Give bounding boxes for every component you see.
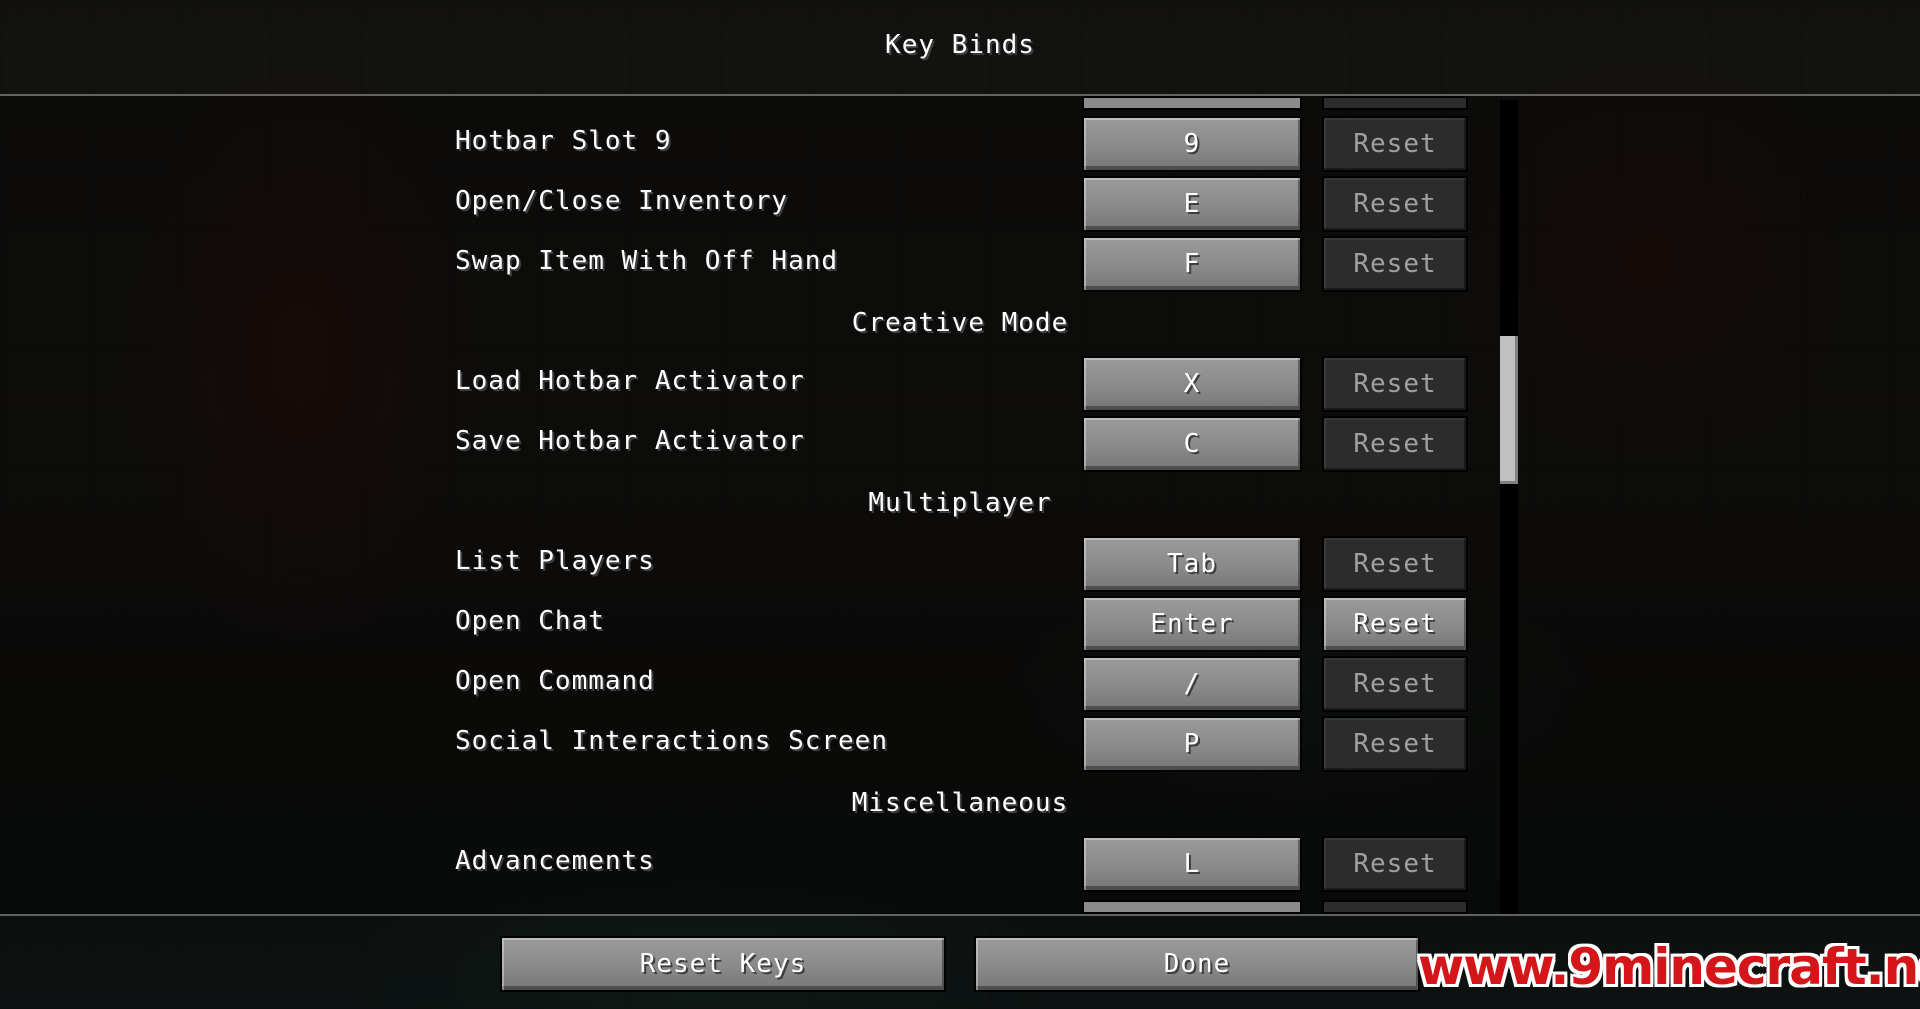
binding-label: Advancements (455, 846, 655, 876)
binding-row-open-chat: Open Chat Enter Reset (0, 596, 1920, 652)
binding-label: Save Hotbar Activator (455, 426, 805, 456)
binding-label: Load Hotbar Activator (455, 366, 805, 396)
binding-row-advancements: Advancements L Reset (0, 836, 1920, 892)
category-creative-mode: Creative Mode (851, 308, 1069, 338)
scrollbar-thumb[interactable] (1500, 336, 1518, 484)
binding-label: Hotbar Slot 9 (455, 126, 672, 156)
partial-key-button-top (1082, 96, 1302, 110)
reset-button-swap-item[interactable]: Reset (1322, 236, 1468, 292)
reset-button-social-interactions[interactable]: Reset (1322, 716, 1468, 772)
key-button-social-interactions[interactable]: P (1082, 716, 1302, 772)
binding-label: Swap Item With Off Hand (455, 246, 839, 276)
binding-row-load-hotbar: Load Hotbar Activator X Reset (0, 356, 1920, 412)
reset-button-save-hotbar[interactable]: Reset (1322, 416, 1468, 472)
partial-reset-button-bottom (1322, 900, 1468, 914)
done-button[interactable]: Done (974, 936, 1420, 992)
binding-label: Open/Close Inventory (455, 186, 789, 216)
binding-row-open-close-inventory: Open/Close Inventory E Reset (0, 176, 1920, 232)
binding-label: Open Command (455, 666, 655, 696)
key-button-load-hotbar[interactable]: X (1082, 356, 1302, 412)
partial-reset-button-top (1322, 96, 1468, 110)
keybind-list[interactable]: Hotbar Slot 9 9 Reset Open/Close Invento… (0, 96, 1920, 914)
binding-row-swap-item: Swap Item With Off Hand F Reset (0, 236, 1920, 292)
category-miscellaneous: Miscellaneous (851, 788, 1069, 818)
binding-label: List Players (455, 546, 655, 576)
key-button-save-hotbar[interactable]: C (1082, 416, 1302, 472)
scrollbar-track[interactable] (1500, 100, 1518, 914)
partial-key-button-bottom (1082, 900, 1302, 914)
key-button-open-close-inventory[interactable]: E (1082, 176, 1302, 232)
key-button-advancements[interactable]: L (1082, 836, 1302, 892)
key-button-swap-item[interactable]: F (1082, 236, 1302, 292)
reset-button-open-command[interactable]: Reset (1322, 656, 1468, 712)
binding-row-hotbar-slot-9: Hotbar Slot 9 9 Reset (0, 116, 1920, 172)
reset-button-open-chat[interactable]: Reset (1322, 596, 1468, 652)
reset-button-open-close-inventory[interactable]: Reset (1322, 176, 1468, 232)
page-title: Key Binds (885, 30, 1035, 60)
key-button-list-players[interactable]: Tab (1082, 536, 1302, 592)
category-multiplayer: Multiplayer (868, 488, 1052, 518)
reset-keys-button[interactable]: Reset Keys (500, 936, 946, 992)
binding-row-open-command: Open Command / Reset (0, 656, 1920, 712)
reset-button-advancements[interactable]: Reset (1322, 836, 1468, 892)
key-button-open-chat[interactable]: Enter (1082, 596, 1302, 652)
reset-button-hotbar-slot-9[interactable]: Reset (1322, 116, 1468, 172)
key-button-open-command[interactable]: / (1082, 656, 1302, 712)
binding-row-save-hotbar: Save Hotbar Activator C Reset (0, 416, 1920, 472)
binding-row-social-interactions: Social Interactions Screen P Reset (0, 716, 1920, 772)
binding-label: Open Chat (455, 606, 605, 636)
binding-label: Social Interactions Screen (455, 726, 888, 756)
key-button-hotbar-slot-9[interactable]: 9 (1082, 116, 1302, 172)
reset-button-list-players[interactable]: Reset (1322, 536, 1468, 592)
watermark-text: www.9minecraft.net (1418, 938, 1920, 996)
reset-button-load-hotbar[interactable]: Reset (1322, 356, 1468, 412)
binding-row-list-players: List Players Tab Reset (0, 536, 1920, 592)
